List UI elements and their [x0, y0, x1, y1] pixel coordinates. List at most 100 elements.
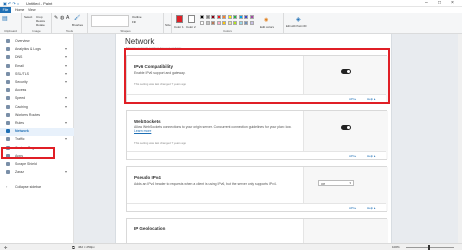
zoom-slider[interactable] — [406, 247, 454, 248]
maximize-icon[interactable]: □ — [438, 0, 441, 6]
learn-more-link[interactable]: Learn more — [134, 129, 151, 133]
palette-swatch[interactable] — [222, 15, 226, 19]
ribbon: ▤ Clipboard Select Crop Resize Rotate Im… — [0, 13, 462, 34]
sidebar-item-network[interactable]: Network — [0, 128, 74, 137]
size-group: Size — [164, 13, 172, 34]
sidebar-item-label: Network — [15, 129, 29, 134]
palette-swatch[interactable] — [200, 15, 204, 19]
sidebar-item-label: Scrape Shield — [15, 162, 37, 166]
palette-swatch[interactable] — [233, 15, 237, 19]
sidebar-item-ssl-tls[interactable]: SSL/TLS ▾ — [0, 71, 74, 79]
help-link[interactable]: Help ▸ — [367, 206, 376, 210]
sidebar-item-caching[interactable]: Caching ▾ — [0, 104, 74, 112]
brush-icon[interactable]: 🖌 — [74, 15, 80, 21]
sidebar-item-zaraz[interactable]: Zaraz ▾ — [0, 169, 74, 177]
card-note: This setting was last changed 7 years ag… — [134, 141, 187, 145]
chevron-down-icon: ▾ — [65, 136, 68, 142]
sidebar-item-speed[interactable]: Speed ▾ — [0, 95, 74, 103]
pseudo-ipv4-select[interactable]: Off ▾ — [318, 180, 354, 186]
palette-swatch[interactable] — [233, 20, 237, 25]
chevron-down-icon: ▾ — [65, 169, 68, 175]
collapse-sidebar-button[interactable]: ‹ Collapse sidebar — [0, 184, 74, 192]
sidebar-item-label: Security — [15, 80, 28, 84]
help-link[interactable]: Help ▸ — [367, 154, 376, 158]
close-icon[interactable]: × — [451, 0, 454, 6]
chevron-down-icon: ▾ — [65, 46, 68, 52]
zoom-slider-thumb[interactable] — [428, 245, 430, 250]
sidebar-item-overview[interactable]: Overview — [0, 38, 74, 46]
sidebar-item-analytics-logs[interactable]: Analytics & Logs ▾ — [0, 46, 74, 54]
sidebar-item-label: Analytics & Logs — [15, 47, 41, 52]
size-button[interactable]: Size — [165, 23, 171, 27]
select-button[interactable]: Select — [24, 15, 32, 19]
palette-swatch[interactable] — [238, 15, 243, 19]
shapes-gallery[interactable] — [91, 15, 129, 27]
pencil-icon[interactable]: ✎ — [54, 15, 58, 21]
status-bar: ✛ ⧉ 462 × 250px 100% — [0, 243, 462, 250]
fill-button[interactable]: Fill — [132, 20, 136, 24]
shapes-group: Outline Fill Shapes — [88, 13, 164, 34]
palette-swatch[interactable] — [227, 15, 232, 19]
chevron-down-icon: ▾ — [65, 120, 68, 125]
tools-group: ✎ ◍ A 🖌 Brushes Tools — [52, 13, 88, 34]
sidebar-item-traffic[interactable]: Traffic ▾ — [0, 136, 74, 144]
palette-swatch[interactable] — [216, 15, 221, 19]
traffic-icon — [6, 137, 10, 142]
quick-access-toolbar[interactable]: ▣ ↶ ↷ = — [3, 1, 19, 6]
brushes-button[interactable]: Brushes — [72, 23, 83, 27]
palette-swatch[interactable] — [222, 20, 226, 25]
websockets-toggle[interactable] — [341, 125, 351, 130]
chevron-down-icon: ▾ — [65, 95, 68, 101]
edit-colors-icon[interactable]: ◉ — [264, 17, 268, 23]
palette-swatch[interactable] — [249, 15, 254, 19]
color2-swatch[interactable] — [188, 15, 195, 23]
dns-icon — [6, 55, 10, 60]
sidebar-item-label: Workers Routes — [15, 112, 41, 117]
palette-swatch[interactable] — [249, 20, 254, 25]
card-title: Pseudo IPv4 — [134, 175, 161, 180]
text-icon[interactable]: A — [66, 15, 69, 21]
outline-button[interactable]: Outline — [132, 15, 142, 19]
sidebar-item-email[interactable]: Email ▾ — [0, 63, 74, 71]
palette-swatch[interactable] — [205, 15, 210, 19]
palette-swatch[interactable] — [200, 20, 204, 25]
zoom-level: 100% — [392, 245, 400, 249]
paste-icon[interactable]: ▤ — [2, 15, 8, 22]
minimize-icon[interactable]: – — [425, 0, 428, 6]
websockets-card: WebSockets Allow WebSockets connections … — [126, 110, 388, 160]
sidebar-item-rules[interactable]: Rules ▾ — [0, 120, 74, 128]
collapse-sidebar-label: Collapse sidebar — [15, 185, 42, 189]
api-link[interactable]: API ▸ — [349, 154, 356, 158]
paint3d-icon[interactable]: ◈ — [296, 16, 301, 23]
canvas-size-icon: ⧉ — [72, 245, 75, 250]
sidebar-item-scrape-shield[interactable]: Scrape Shield — [0, 161, 74, 169]
sidebar-item-workers-routes[interactable]: Workers Routes — [0, 112, 74, 120]
ipv6-highlight-box — [124, 48, 390, 104]
api-link[interactable]: API ▸ — [349, 206, 356, 210]
palette-swatch[interactable] — [211, 15, 215, 19]
overview-icon — [6, 39, 10, 43]
chevron-down-icon: ▾ — [65, 70, 68, 76]
image-group: Select Crop Resize Rotate Image — [22, 13, 52, 34]
palette-swatch[interactable] — [238, 20, 243, 25]
paint3d-button[interactable]: Edit with Paint 3D — [286, 25, 306, 28]
sidebar-item-security[interactable]: Security ▾ — [0, 79, 74, 87]
palette-swatch[interactable] — [227, 20, 232, 25]
caching-icon — [6, 104, 10, 109]
palette-swatch[interactable] — [205, 20, 210, 25]
sidebar-item-access[interactable]: Access — [0, 87, 74, 95]
palette-swatch[interactable] — [216, 20, 221, 25]
palette-swatch[interactable] — [244, 20, 248, 25]
palette-swatch[interactable] — [244, 15, 248, 19]
cursor-icon: ✛ — [4, 245, 8, 250]
color1-swatch[interactable] — [176, 15, 183, 23]
vertical-scrollbar[interactable] — [458, 34, 462, 243]
fill-icon[interactable]: ◍ — [60, 15, 64, 21]
palette-swatch[interactable] — [211, 20, 215, 25]
sidebar-item-label: DNS — [15, 55, 23, 60]
security-icon — [6, 80, 10, 84]
sidebar-item-dns[interactable]: DNS ▾ — [0, 54, 74, 62]
rotate-button[interactable]: Rotate — [36, 23, 45, 27]
card-description: Allow WebSockets connections to your ori… — [134, 125, 292, 134]
chevron-down-icon: ▾ — [65, 79, 68, 84]
